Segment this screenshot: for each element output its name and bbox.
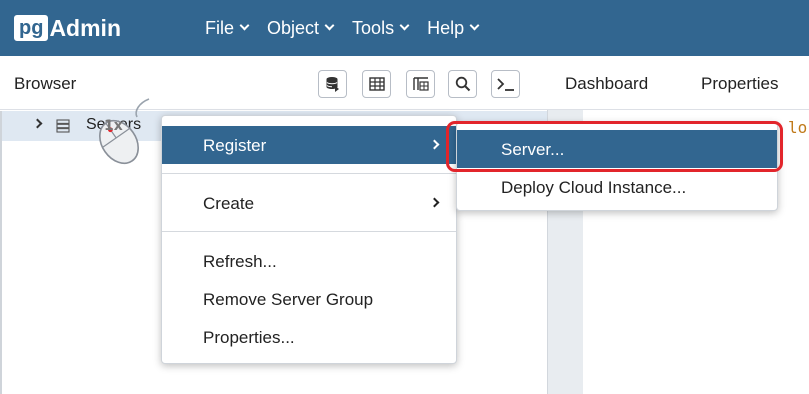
terminal-icon bbox=[496, 78, 514, 91]
view-data-button[interactable] bbox=[362, 70, 391, 98]
menu-divider bbox=[162, 231, 456, 232]
browser-panel-title: Browser bbox=[14, 74, 77, 93]
context-menu: Register Create Refresh... Remove Server… bbox=[161, 115, 457, 364]
top-menubar: pg Admin File Object Tools Help bbox=[0, 0, 809, 56]
search-icon bbox=[455, 76, 470, 92]
chevron-down-icon bbox=[469, 20, 480, 31]
chevron-down-icon bbox=[399, 20, 410, 31]
menu-list: File Object Tools Help bbox=[205, 0, 497, 56]
menu-object[interactable]: Object bbox=[267, 17, 335, 39]
server-group-icon bbox=[56, 119, 70, 133]
dashboard-content-text: lo bbox=[788, 118, 808, 137]
logo-name: Admin bbox=[49, 14, 121, 41]
menu-help-label: Help bbox=[427, 17, 465, 38]
menu-tools[interactable]: Tools bbox=[352, 17, 410, 39]
database-query-icon bbox=[326, 77, 339, 92]
menu-item-remove-server-group[interactable]: Remove Server Group bbox=[162, 280, 456, 318]
menu-item-label: Properties... bbox=[203, 328, 295, 347]
chevron-right-icon[interactable] bbox=[32, 118, 43, 129]
chevron-right-icon bbox=[429, 197, 440, 208]
table-filter-icon bbox=[412, 77, 429, 91]
menu-item-label: Register bbox=[203, 136, 267, 155]
menu-item-label: Remove Server Group bbox=[203, 290, 374, 309]
menu-item-properties[interactable]: Properties... bbox=[162, 318, 456, 356]
highlight-outline bbox=[446, 121, 783, 172]
menu-item-create[interactable]: Create bbox=[162, 184, 456, 222]
menu-item-deploy-cloud-instance[interactable]: Deploy Cloud Instance... bbox=[457, 168, 777, 206]
pgadmin-logo: pg Admin bbox=[14, 13, 121, 43]
menu-item-register[interactable]: Register bbox=[162, 126, 456, 164]
psql-tool-button[interactable] bbox=[491, 70, 520, 98]
click-count-label: 1x bbox=[104, 118, 123, 134]
tab-dashboard[interactable]: Dashboard bbox=[565, 74, 648, 94]
menu-item-refresh[interactable]: Refresh... bbox=[162, 242, 456, 280]
menu-object-label: Object bbox=[267, 17, 320, 38]
filtered-rows-button[interactable] bbox=[406, 70, 435, 98]
main-tabbar: Dashboard Properties bbox=[547, 56, 809, 110]
menu-item-label: Refresh... bbox=[203, 252, 277, 271]
chevron-down-icon bbox=[239, 20, 250, 31]
menu-item-label: Deploy Cloud Instance... bbox=[501, 178, 687, 197]
menu-item-label: Create bbox=[203, 194, 255, 213]
chevron-right-icon bbox=[429, 139, 440, 150]
menu-tools-label: Tools bbox=[352, 17, 395, 38]
table-grid-icon bbox=[368, 77, 385, 91]
chevron-down-icon bbox=[324, 20, 335, 31]
menu-help[interactable]: Help bbox=[427, 17, 480, 39]
menu-file-label: File bbox=[205, 17, 235, 38]
search-objects-button[interactable] bbox=[448, 70, 477, 98]
logo-prefix: pg bbox=[14, 15, 49, 41]
menu-file[interactable]: File bbox=[205, 17, 250, 39]
menu-divider bbox=[162, 173, 456, 174]
query-tool-button[interactable] bbox=[318, 70, 347, 98]
tab-properties[interactable]: Properties bbox=[701, 74, 778, 94]
